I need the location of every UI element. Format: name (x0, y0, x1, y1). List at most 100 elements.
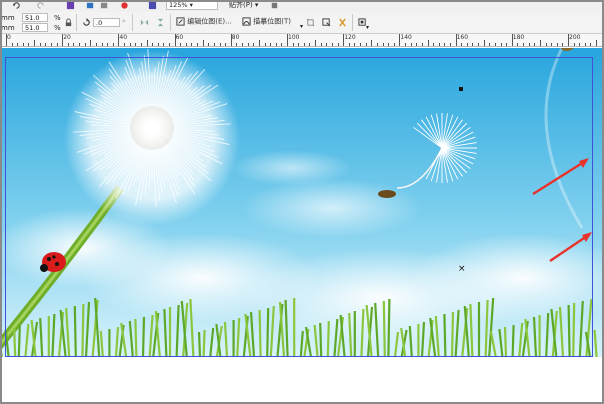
trace-bitmap-icon (242, 17, 251, 26)
ruler-tick (146, 40, 148, 46)
ruler-tick (230, 34, 232, 46)
ruler-tick (472, 43, 474, 46)
ruler-label: 180 (512, 34, 525, 41)
ruler-tick (219, 43, 221, 46)
property-bar: mm mm 51.0 51.0 % % .0 ° 编辑位图(E)... 描摹位图… (0, 12, 604, 34)
ruler-tick (421, 43, 423, 46)
mirror-v-icon[interactable] (156, 18, 165, 27)
ruler-tick (337, 43, 339, 46)
scale-width-field[interactable]: 51.0 (22, 13, 48, 22)
ruler-tick (478, 43, 480, 46)
ruler-tick (73, 43, 75, 46)
ruler-tick (17, 43, 19, 46)
ruler-tick (320, 43, 322, 46)
ruler-tick (247, 43, 249, 46)
ruler-tick (275, 43, 277, 46)
ruler-tick (562, 43, 564, 46)
lock-ratio-icon[interactable] (64, 18, 73, 27)
ruler-tick (382, 43, 384, 46)
bitmap-color-mask-icon[interactable] (338, 18, 347, 27)
ruler-label: 100 (288, 34, 300, 41)
edit-bitmap-button[interactable]: 编辑位图(E)... (176, 17, 232, 26)
resample-icon[interactable] (322, 18, 331, 27)
mirror-h-icon[interactable] (140, 18, 149, 27)
selection-box[interactable] (5, 57, 593, 357)
ruler-tick (416, 43, 418, 46)
degree-label: ° (122, 19, 126, 27)
ruler-tick (129, 43, 131, 46)
ruler-label: 160 (456, 34, 469, 41)
ruler-label: 140 (400, 34, 412, 41)
ruler-tick (135, 43, 137, 46)
ruler-tick (309, 43, 311, 46)
export-icon[interactable] (86, 1, 95, 10)
ruler-tick (292, 43, 294, 46)
import-icon[interactable] (66, 1, 75, 10)
ruler-tick (163, 43, 165, 46)
trace-bitmap-label: 描摹位图(T) (253, 17, 291, 26)
ruler-tick (79, 43, 81, 46)
selection-handle-top[interactable] (459, 87, 463, 91)
ruler-tick (236, 43, 238, 46)
options-icon[interactable] (270, 1, 279, 10)
ruler-tick (118, 34, 120, 46)
ruler-tick (140, 43, 142, 46)
ruler-tick (50, 43, 52, 46)
ruler-tick (376, 43, 378, 46)
ruler-tick (6, 34, 7, 46)
ruler-label: 200 (569, 34, 581, 41)
snap-to-label: 贴齐(P) (229, 1, 253, 9)
trace-dropdown-arrow[interactable]: ▾ (300, 22, 303, 32)
ruler-tick (556, 43, 558, 46)
ruler-label: 40 (119, 34, 128, 41)
ruler-tick (213, 43, 215, 46)
ruler-tick (584, 43, 586, 46)
snap-to-menu[interactable]: 贴齐(P) ▾ (229, 0, 258, 10)
separator (76, 14, 77, 31)
ruler-tick (326, 43, 328, 46)
ruler-tick (568, 34, 569, 46)
ruler-label: 120 (344, 34, 356, 41)
ruler-tick (258, 40, 260, 46)
ruler-tick (410, 43, 412, 46)
horizontal-ruler[interactable]: 0 20 40 60 80 100 120 140 160 180 200 (0, 34, 604, 47)
publish-icon[interactable] (100, 1, 109, 10)
ruler-tick (67, 43, 69, 46)
zoom-level-combo[interactable]: 125% ▾ (166, 0, 218, 10)
ruler-tick (112, 43, 114, 46)
ruler-tick (483, 40, 485, 46)
ruler-tick (433, 43, 435, 46)
ruler-tick (208, 43, 210, 46)
separator (352, 14, 353, 31)
ruler-tick (225, 43, 227, 46)
height-percent-label: % (54, 24, 61, 32)
ruler-tick (489, 43, 491, 46)
separator (170, 14, 171, 31)
ruler-tick (34, 40, 36, 46)
ruler-tick (348, 43, 350, 46)
redo-icon[interactable] (36, 1, 45, 10)
width-unit-label: mm (1, 14, 15, 22)
ruler-tick (528, 43, 530, 46)
ruler-tick (202, 40, 204, 46)
ruler-tick (466, 43, 468, 46)
selection-center-marker[interactable]: × (458, 265, 466, 274)
scale-height-field[interactable]: 51.0 (22, 23, 48, 32)
crop-icon[interactable] (306, 18, 315, 27)
wrap-dropdown-arrow[interactable]: ▾ (366, 23, 369, 33)
ruler-tick (511, 34, 513, 46)
welcome-icon[interactable] (148, 1, 157, 10)
ruler-tick (264, 43, 266, 46)
rotation-field[interactable]: .0 (93, 18, 120, 27)
launcher-icon[interactable] (120, 1, 129, 10)
ruler-tick (287, 34, 288, 46)
undo-icon[interactable] (12, 1, 21, 10)
ruler-tick (360, 43, 362, 46)
trace-bitmap-button[interactable]: 描摹位图(T) (242, 17, 291, 26)
width-percent-label: % (54, 14, 61, 22)
ruler-tick (579, 43, 581, 46)
ruler-tick (124, 43, 126, 46)
ruler-tick (39, 43, 41, 46)
ruler-tick (22, 43, 24, 46)
height-unit-label: mm (1, 24, 15, 32)
